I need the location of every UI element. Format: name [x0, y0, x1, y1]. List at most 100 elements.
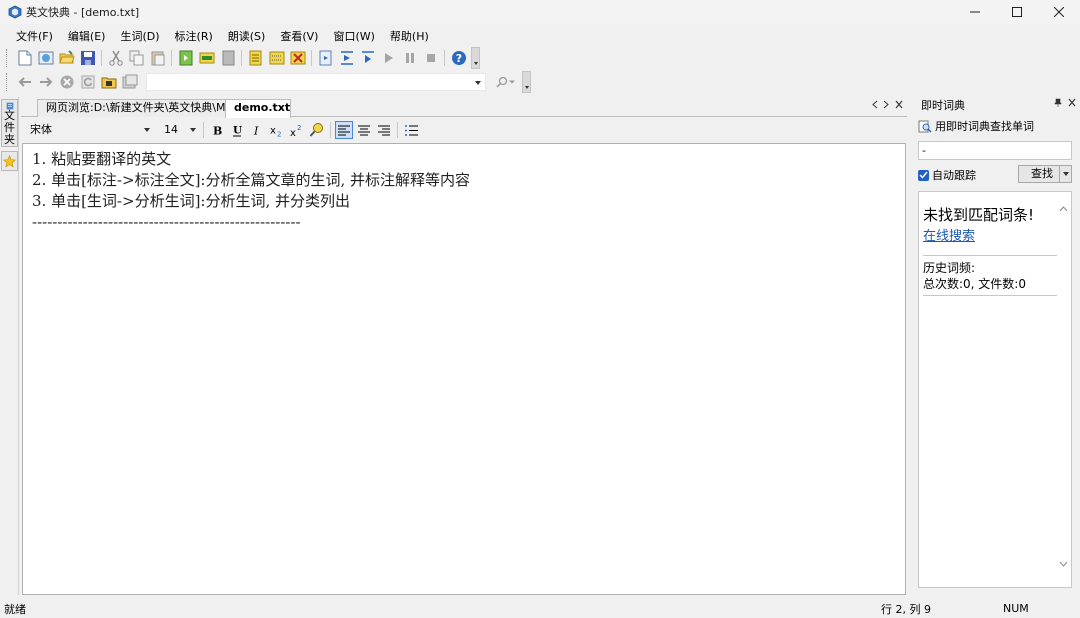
menu-window[interactable]: 窗口(W) [333, 28, 374, 44]
lookup-options-dropdown[interactable] [1059, 166, 1071, 182]
toolbar-grip[interactable] [6, 73, 10, 91]
toolbar-overflow-button[interactable] [471, 47, 480, 69]
align-left-button[interactable] [335, 121, 353, 139]
editor-line: 2. 单击[标注->标注全文]:分析全篇文章的生词, 并标注解释等内容 [32, 171, 471, 189]
mark-icon[interactable] [178, 50, 194, 66]
refresh-icon[interactable] [80, 74, 96, 90]
font-size-select[interactable]: 14 [158, 121, 200, 139]
forward-icon[interactable] [38, 74, 54, 90]
close-icon [1054, 7, 1064, 17]
favorites-tab[interactable] [1, 151, 18, 171]
open-web-icon[interactable] [38, 50, 54, 66]
close-button[interactable] [1038, 0, 1080, 24]
files-tab-label: 文件夹 [4, 109, 15, 146]
title-bar: 英文快典 - [demo.txt] [0, 0, 1080, 24]
font-family-value: 宋体 [30, 123, 52, 136]
editor-line: ----------------------------------------… [32, 213, 301, 231]
menu-view[interactable]: 查看(V) [280, 28, 318, 44]
web-icon[interactable] [122, 74, 138, 90]
folder-icon[interactable] [101, 74, 117, 90]
online-search-link[interactable]: 在线搜索 [923, 225, 975, 244]
font-family-select[interactable]: 宋体 [24, 121, 154, 139]
minimize-button[interactable] [954, 0, 996, 24]
bold-button[interactable]: B [208, 121, 226, 139]
chevron-down-icon [509, 80, 515, 84]
maximize-button[interactable] [996, 0, 1038, 24]
mark-all-icon[interactable] [199, 50, 215, 66]
superscript-button[interactable]: x2 [288, 121, 306, 139]
stop-icon[interactable] [423, 50, 439, 66]
menu-edit[interactable]: 编辑(E) [68, 28, 106, 44]
text-editor[interactable]: 1. 粘贴要翻译的英文 2. 单击[标注->标注全文]:分析全篇文章的生词, 并… [22, 143, 906, 595]
stop-nav-icon[interactable] [59, 74, 75, 90]
align-right-button[interactable] [375, 121, 393, 139]
cursor-position: 行 2, 列 9 [881, 602, 931, 616]
pin-icon[interactable] [1054, 98, 1062, 107]
word-list-icon[interactable] [269, 50, 285, 66]
menu-annotate[interactable]: 标注(R) [175, 28, 213, 44]
close-tab-icon[interactable] [895, 100, 903, 109]
toolbar-separator [311, 50, 312, 66]
menu-words[interactable]: 生词(D) [120, 28, 159, 44]
files-tab[interactable]: 文件夹 [1, 99, 18, 147]
search-dropdown[interactable] [496, 74, 520, 90]
read-start-icon[interactable] [318, 50, 334, 66]
word-input[interactable]: - [918, 141, 1072, 160]
tab-demo-txt[interactable]: demo.txt [225, 99, 291, 118]
superscript-icon: x2 [290, 124, 301, 137]
read-line-icon[interactable] [339, 50, 355, 66]
search-icon [496, 76, 508, 88]
subscript-button[interactable]: x2 [268, 121, 286, 139]
new-file-icon[interactable] [17, 50, 33, 66]
toolbar-separator [444, 50, 445, 66]
open-folder-icon[interactable] [58, 50, 75, 66]
dictionary-search-icon [918, 120, 932, 133]
menu-help[interactable]: 帮助(H) [390, 28, 429, 44]
underline-icon: U [233, 124, 242, 136]
copy-icon[interactable] [129, 50, 145, 66]
menu-read[interactable]: 朗读(S) [228, 28, 266, 44]
scroll-down-icon[interactable] [1059, 561, 1068, 567]
instant-dictionary-panel: 即时词典 用即时词典查找单词 - 自动跟踪 查找 未找到匹配词条! 在线搜索 历… [910, 97, 1080, 597]
play-icon[interactable] [381, 50, 397, 66]
font-size-value: 14 [164, 123, 178, 136]
paste-icon[interactable] [150, 50, 166, 66]
align-center-button[interactable] [355, 121, 373, 139]
auto-track-checkbox[interactable]: 自动跟踪 [918, 167, 976, 183]
lookup-header: 用即时词典查找单词 [918, 118, 1034, 134]
panel-title: 即时词典 [921, 99, 965, 112]
back-icon[interactable] [17, 74, 33, 90]
tab-scroll-right-icon[interactable] [883, 100, 890, 109]
toolbar-grip[interactable] [6, 49, 10, 67]
underline-button[interactable]: U [228, 121, 246, 139]
save-icon[interactable] [80, 50, 96, 66]
document-area: 网页浏览:D:\新建文件夹\英文快典\M.. demo.txt 宋体 14 B … [21, 97, 907, 597]
status-bar: 就绪 行 2, 列 9 NUM [0, 599, 1080, 618]
address-combobox[interactable] [146, 73, 486, 91]
close-panel-icon[interactable] [1068, 98, 1076, 107]
menu-file[interactable]: 文件(F) [16, 28, 53, 44]
clear-icon[interactable] [220, 50, 236, 66]
lookup-button[interactable]: 查找 [1018, 165, 1072, 183]
italic-icon: I [253, 125, 259, 137]
words-icon[interactable] [248, 50, 264, 66]
toolbar-separator [241, 50, 242, 66]
cut-icon[interactable] [108, 50, 124, 66]
toolbar-overflow-button[interactable] [522, 71, 531, 93]
toolbar-separator [397, 122, 398, 138]
tab-web-browse[interactable]: 网页浏览:D:\新建文件夹\英文快典\M.. [37, 99, 243, 117]
chevron-down-icon[interactable] [475, 81, 481, 85]
find-replace-button[interactable] [308, 121, 326, 139]
scroll-up-icon[interactable] [1059, 206, 1068, 212]
history-title: 历史词频: [923, 261, 976, 275]
italic-button[interactable]: I [248, 121, 266, 139]
history-stats: 总次数:0, 文件数:0 [923, 277, 1026, 291]
read-next-icon[interactable] [360, 50, 376, 66]
help-icon[interactable]: ? [451, 50, 467, 66]
tab-scroll-left-icon[interactable] [871, 100, 878, 109]
bullet-list-button[interactable] [402, 121, 420, 139]
bold-icon: B [213, 125, 222, 137]
pause-icon[interactable] [402, 50, 418, 66]
remove-mark-icon[interactable] [290, 50, 306, 66]
svg-text:?: ? [455, 52, 461, 65]
